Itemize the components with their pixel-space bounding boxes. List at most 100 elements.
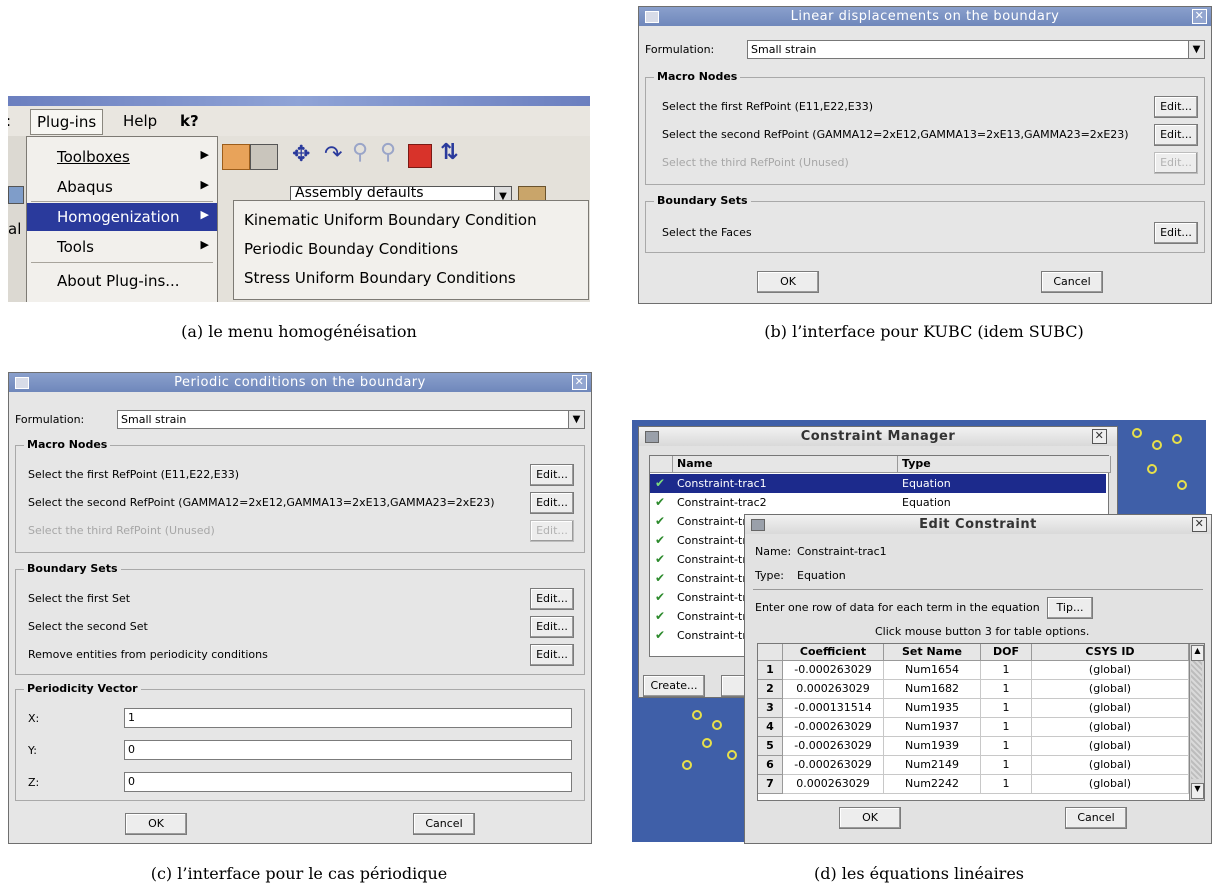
cell-dof[interactable]: 1 xyxy=(981,718,1032,737)
cell-csys-id[interactable]: (global) xyxy=(1032,661,1189,680)
column-header-name[interactable]: Name xyxy=(673,456,898,473)
menu-item-subc[interactable]: Stress Uniform Boundary Conditions xyxy=(234,264,588,292)
menu-item-about-plugins[interactable]: About Plug-ins... xyxy=(27,267,217,295)
cell-coefficient[interactable]: 0.000263029 xyxy=(783,775,884,794)
cancel-button[interactable]: Cancel xyxy=(1065,807,1127,829)
cell-dof[interactable]: 1 xyxy=(981,680,1032,699)
menubar-plugins[interactable]: Plug-ins xyxy=(30,109,104,135)
cell-coefficient[interactable]: -0.000263029 xyxy=(783,661,884,680)
cancel-button[interactable]: Cancel xyxy=(1041,271,1103,293)
cell-csys-id[interactable]: (global) xyxy=(1032,699,1189,718)
pan-icon[interactable]: ✥ xyxy=(292,142,310,167)
table-row[interactable]: 4 -0.000263029 Num1937 1 (global) xyxy=(758,718,1190,737)
chevron-down-icon[interactable]: ▼ xyxy=(1188,41,1204,58)
cell-set-name[interactable]: Num2242 xyxy=(884,775,981,794)
cell-set-name[interactable]: Num1937 xyxy=(884,718,981,737)
table-row[interactable]: ✔ Constraint-trac1 Equation xyxy=(650,474,1106,493)
vector-x-field[interactable]: 1 xyxy=(124,708,572,728)
close-icon[interactable]: ✕ xyxy=(1192,9,1207,24)
column-header-csys-id[interactable]: CSYS ID xyxy=(1032,644,1189,661)
menu-item-tools[interactable]: Tools ▶ xyxy=(27,233,217,261)
edit-refpoint-1-button[interactable]: Edit... xyxy=(1154,96,1198,118)
column-header-type[interactable]: Type xyxy=(898,456,1111,473)
vector-z-field[interactable]: 0 xyxy=(124,772,572,792)
table-row[interactable]: 5 -0.000263029 Num1939 1 (global) xyxy=(758,737,1190,756)
scrollbar-trough[interactable] xyxy=(1191,661,1202,779)
cell-csys-id[interactable]: (global) xyxy=(1032,737,1189,756)
sort-icon[interactable]: ⇅ xyxy=(440,140,458,165)
edit-first-set-button[interactable]: Edit... xyxy=(530,588,574,610)
fit-view-icon[interactable] xyxy=(408,144,432,168)
ok-button[interactable]: OK xyxy=(839,807,901,829)
close-icon[interactable]: ✕ xyxy=(572,375,587,390)
table-row[interactable]: 3 -0.000131514 Num1935 1 (global) xyxy=(758,699,1190,718)
cell-dof[interactable]: 1 xyxy=(981,737,1032,756)
menu-item-toolboxes[interactable]: Toolboxes ▶ xyxy=(27,143,217,171)
column-header-dof[interactable]: DOF xyxy=(981,644,1032,661)
cell-coefficient[interactable]: -0.000131514 xyxy=(783,699,884,718)
formulation-combo[interactable]: Small strain ▼ xyxy=(117,410,585,429)
scroll-up-icon[interactable]: ▲ xyxy=(1191,645,1204,661)
cell-coefficient[interactable]: 0.000263029 xyxy=(783,680,884,699)
chevron-down-icon[interactable]: ▼ xyxy=(568,411,584,428)
rotate-icon[interactable]: ↷ xyxy=(324,142,342,167)
close-icon[interactable]: ✕ xyxy=(1192,517,1207,532)
cell-csys-id[interactable]: (global) xyxy=(1032,680,1189,699)
scroll-down-icon[interactable]: ▼ xyxy=(1191,783,1204,799)
window-menu-icon[interactable] xyxy=(15,377,29,389)
window-menu-icon[interactable] xyxy=(751,519,765,531)
view-icon[interactable] xyxy=(250,144,278,170)
cell-dof[interactable]: 1 xyxy=(981,756,1032,775)
menu-item-kubc[interactable]: Kinematic Uniform Boundary Condition xyxy=(234,206,588,234)
cell-csys-id[interactable]: (global) xyxy=(1032,775,1189,794)
part-icon[interactable] xyxy=(222,144,250,170)
window-menu-icon[interactable] xyxy=(645,431,659,443)
formulation-combo[interactable]: Small strain ▼ xyxy=(747,40,1205,59)
edit-second-set-button[interactable]: Edit... xyxy=(530,616,574,638)
edit-refpoint-2-button[interactable]: Edit... xyxy=(1154,124,1198,146)
vector-y-field[interactable]: 0 xyxy=(124,740,572,760)
cell-coefficient[interactable]: -0.000263029 xyxy=(783,737,884,756)
edit-refpoint-3-button[interactable]: Edit... xyxy=(530,520,574,542)
cell-coefficient[interactable]: -0.000263029 xyxy=(783,718,884,737)
window-menu-icon[interactable] xyxy=(645,11,659,23)
tip-button[interactable]: Tip... xyxy=(1047,597,1093,619)
cell-csys-id[interactable]: (global) xyxy=(1032,718,1189,737)
menubar-help[interactable]: Help xyxy=(123,112,157,130)
cell-set-name[interactable]: Num2149 xyxy=(884,756,981,775)
cancel-button[interactable]: Cancel xyxy=(413,813,475,835)
table-row[interactable]: 2 0.000263029 Num1682 1 (global) xyxy=(758,680,1190,699)
edit-faces-button[interactable]: Edit... xyxy=(1154,222,1198,244)
cell-dof[interactable]: 1 xyxy=(981,699,1032,718)
cell-set-name[interactable]: Num1939 xyxy=(884,737,981,756)
edit-refpoint-3-button[interactable]: Edit... xyxy=(1154,152,1198,174)
table-row[interactable]: 7 0.000263029 Num2242 1 (global) xyxy=(758,775,1190,794)
column-header-set-name[interactable]: Set Name xyxy=(884,644,981,661)
zoom-icon[interactable]: ⚲ xyxy=(352,140,368,165)
whats-this-icon[interactable]: k? xyxy=(180,112,199,130)
box-zoom-icon[interactable]: ⚲ xyxy=(380,140,396,165)
edit-refpoint-1-button[interactable]: Edit... xyxy=(530,464,574,486)
ok-button[interactable]: OK xyxy=(757,271,819,293)
table-row[interactable]: ✔ Constraint-trac2 Equation xyxy=(650,493,1106,512)
menu-item-abaqus[interactable]: Abaqus ▶ xyxy=(27,173,217,201)
table-scrollbar[interactable]: ▲ ▼ xyxy=(1189,644,1204,800)
node-marker xyxy=(1172,434,1182,444)
table-row[interactable]: 6 -0.000263029 Num2149 1 (global) xyxy=(758,756,1190,775)
cell-set-name[interactable]: Num1654 xyxy=(884,661,981,680)
cell-set-name[interactable]: Num1682 xyxy=(884,680,981,699)
menu-item-periodic[interactable]: Periodic Bounday Conditions xyxy=(234,235,588,263)
column-header-coefficient[interactable]: Coefficient xyxy=(783,644,884,661)
ok-button[interactable]: OK xyxy=(125,813,187,835)
cell-set-name[interactable]: Num1935 xyxy=(884,699,981,718)
create-button[interactable]: Create... xyxy=(643,675,705,697)
cell-coefficient[interactable]: -0.000263029 xyxy=(783,756,884,775)
cell-dof[interactable]: 1 xyxy=(981,661,1032,680)
cell-dof[interactable]: 1 xyxy=(981,775,1032,794)
cell-csys-id[interactable]: (global) xyxy=(1032,756,1189,775)
menu-item-homogenization[interactable]: Homogenization ▶ xyxy=(27,203,217,231)
close-icon[interactable]: ✕ xyxy=(1092,429,1107,444)
edit-remove-entities-button[interactable]: Edit... xyxy=(530,644,574,666)
table-row[interactable]: 1 -0.000263029 Num1654 1 (global) xyxy=(758,661,1190,680)
edit-refpoint-2-button[interactable]: Edit... xyxy=(530,492,574,514)
